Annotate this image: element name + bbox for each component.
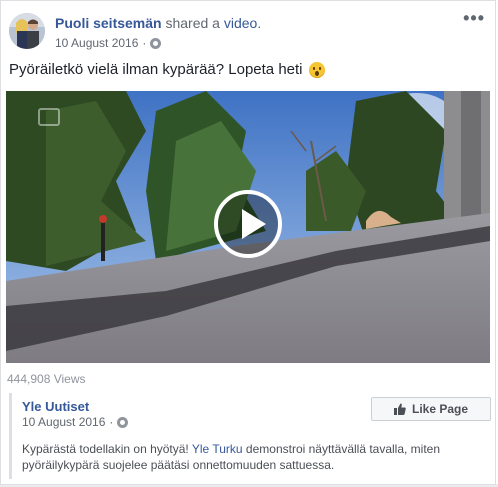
meta-separator: ·: [142, 36, 147, 50]
author-line: Puoli seitsemän shared a video.: [55, 15, 261, 31]
like-page-button[interactable]: Like Page: [371, 397, 491, 421]
description-text: Kypärästä todellakin on hyötyä!: [22, 442, 192, 456]
shared-text-period: .: [257, 15, 262, 31]
post-header: Puoli seitsemän shared a video. 10 Augus…: [9, 9, 487, 53]
author-name[interactable]: Puoli seitsemän: [55, 15, 162, 31]
view-count: 444,908 Views: [7, 372, 86, 386]
video-player[interactable]: [6, 91, 490, 363]
post-card: Puoli seitsemän shared a video. 10 Augus…: [0, 0, 496, 485]
shared-description: Kypärästä todellakin on hyötyä! Yle Turk…: [22, 441, 482, 473]
globe-icon[interactable]: [150, 37, 162, 49]
shared-post-date[interactable]: 10 August 2016: [22, 415, 105, 429]
like-page-label: Like Page: [411, 402, 469, 416]
post-text: Pyöräiletkö vielä ilman kypärää? Lopeta …: [9, 61, 325, 78]
video-link[interactable]: video: [224, 15, 257, 31]
shared-text: shared a: [165, 15, 220, 31]
watermark-icon: [38, 108, 60, 126]
yle-turku-link[interactable]: Yle Turku: [192, 442, 243, 456]
post-message: Pyöräiletkö vielä ilman kypärää? Lopeta …: [9, 61, 303, 78]
surprised-face-emoji: [308, 61, 325, 78]
more-options-icon[interactable]: •••: [463, 9, 485, 27]
post-meta: 10 August 2016 ·: [55, 36, 162, 50]
thumbs-up-icon: [393, 403, 406, 415]
page-name[interactable]: Yle Uutiset: [22, 399, 89, 414]
meta-separator: ·: [109, 415, 114, 429]
author-avatar[interactable]: [9, 13, 45, 49]
shared-post-meta: 10 August 2016 ·: [22, 415, 129, 429]
post-date[interactable]: 10 August 2016: [55, 36, 138, 50]
shared-page-attachment: Yle Uutiset 10 August 2016 · Like Page K…: [9, 393, 491, 479]
globe-icon[interactable]: [117, 416, 129, 428]
play-icon[interactable]: [214, 190, 282, 258]
